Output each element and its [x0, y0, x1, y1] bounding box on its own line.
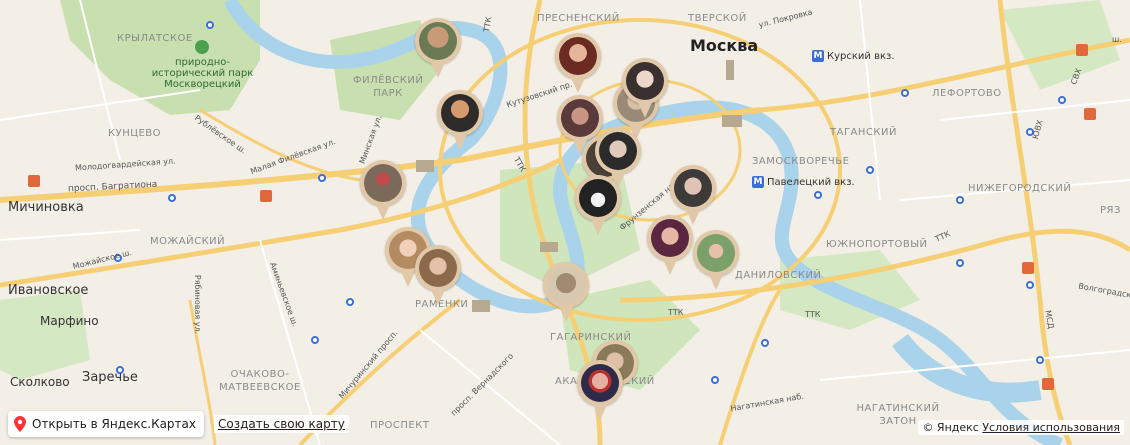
- photo-pin[interactable]: [555, 33, 601, 95]
- metro-icon: М: [812, 50, 824, 62]
- photo-pin[interactable]: [437, 90, 483, 152]
- district-label: ТВЕРСКОЙ: [688, 13, 747, 24]
- district-label: МОЖАЙСКИЙ: [150, 236, 226, 247]
- open-in-yandex-maps-button[interactable]: Открыть в Яндекс.Картах: [8, 411, 204, 437]
- district-label: ЗАМОСКВОРЕЧЬЕ: [752, 156, 850, 167]
- place-label: Марфино: [40, 314, 99, 328]
- place-label: Мичиновка: [8, 200, 84, 215]
- pin-photo: [651, 219, 689, 257]
- park-label: природно-исторический парк Москворецкий: [151, 57, 254, 90]
- district-label: ПРОСПЕКТ: [370, 420, 430, 431]
- district-label: ФИЛЁВСКИЙ ПАРК: [353, 75, 424, 99]
- photo-pin[interactable]: [647, 215, 693, 277]
- place-label: Ивановское: [8, 283, 89, 298]
- photo-pin[interactable]: [415, 18, 461, 80]
- station-name: Павелецкий вкз.: [767, 177, 855, 188]
- pin-photo: [419, 249, 457, 287]
- photo-pin[interactable]: [693, 230, 739, 292]
- district-label: ОЧАКОВО-МАТВЕЕВСКОЕ: [219, 369, 301, 393]
- station-label: М Курский вкз.: [812, 50, 895, 62]
- map-canvas[interactable]: ПРЕСНЕНСКИЙ ТВЕРСКОЙ КРЫЛАТСКОЕ ФИЛЁВСКИ…: [0, 0, 1130, 445]
- pin-photo: [579, 179, 617, 217]
- terms-link[interactable]: Условия использования: [982, 421, 1120, 434]
- photo-pin[interactable]: [415, 245, 461, 307]
- pin-photo: [419, 22, 457, 60]
- pin-photo: [561, 99, 599, 137]
- pin-photo: [441, 94, 479, 132]
- photo-pin[interactable]: [543, 262, 589, 324]
- district-label: ПРЕСНЕНСКИЙ: [537, 13, 620, 24]
- place-label: Сколково: [10, 375, 70, 389]
- district-label: НИЖЕГОРОДСКИЙ: [968, 183, 1072, 194]
- district-label: КУНЦЕВО: [108, 128, 162, 139]
- pin-photo: [547, 266, 585, 304]
- map-controls: Открыть в Яндекс.Картах Создать свою кар…: [8, 411, 349, 437]
- district-label: ТАГАНСКИЙ: [830, 127, 897, 138]
- station-label: М Павелецкий вкз.: [752, 176, 855, 188]
- pin-photo: [559, 37, 597, 75]
- copyright: © Яндекс Условия использования: [918, 420, 1124, 435]
- district-label: ДАНИЛОВСКИЙ: [735, 270, 822, 281]
- photo-pin[interactable]: [622, 58, 668, 120]
- district-label: ЛЕФОРТОВО: [932, 88, 1002, 99]
- pin-photo: [697, 234, 735, 272]
- road-label: ТТК: [668, 308, 684, 317]
- place-label: Заречье: [82, 370, 138, 385]
- metro-icon: М: [752, 176, 764, 188]
- copyright-text: © Яндекс: [922, 421, 979, 434]
- district-label: РЯЗ: [1100, 205, 1121, 216]
- district-label: ЮЖНОПОРТОВЫЙ: [826, 239, 928, 250]
- road-label: ТТК: [805, 310, 821, 319]
- photo-pin[interactable]: [577, 360, 623, 422]
- photo-pin[interactable]: [360, 160, 406, 222]
- pin-photo: [599, 132, 637, 170]
- pin-photo: [674, 169, 712, 207]
- road-label: ш.: [1112, 35, 1122, 44]
- pin-photo: [364, 164, 402, 202]
- open-button-label: Открыть в Яндекс.Картах: [32, 417, 196, 431]
- city-label: Москва: [690, 36, 759, 55]
- station-name: Курский вкз.: [827, 51, 895, 62]
- street-label: Рябиновая ул.: [193, 274, 203, 335]
- pin-photo: [581, 364, 619, 402]
- district-label: КРЫЛАТСКОЕ: [117, 33, 193, 44]
- photo-pin[interactable]: [575, 175, 621, 237]
- map-pin-icon: [14, 416, 26, 432]
- pin-photo: [626, 62, 664, 100]
- create-map-link[interactable]: Создать свою карту: [214, 415, 349, 433]
